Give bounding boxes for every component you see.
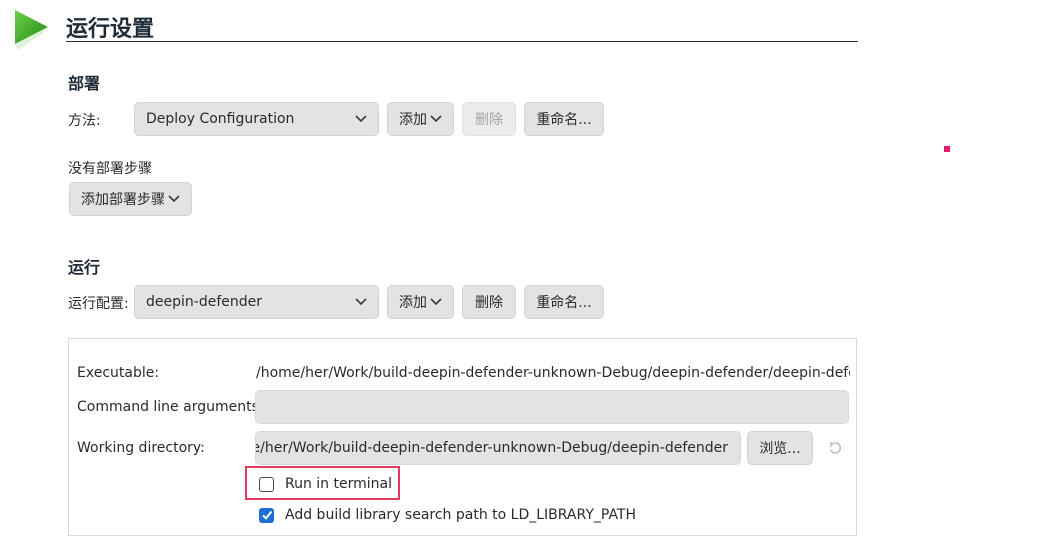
deploy-rename-button[interactable]: 重命名... bbox=[524, 102, 604, 136]
run-config-panel: Executable: /home/her/Work/build-deepin-… bbox=[68, 338, 857, 536]
deploy-remove-button[interactable]: 删除 bbox=[462, 102, 516, 136]
marker-dot bbox=[944, 146, 950, 152]
run-config-value: deepin-defender bbox=[146, 294, 262, 310]
play-icon bbox=[15, 10, 48, 50]
run-add-button[interactable]: 添加 bbox=[387, 285, 454, 319]
deploy-add-label: 添加 bbox=[399, 112, 427, 128]
working-dir-input[interactable]: ne/her/Work/build-deepin-defender-unknow… bbox=[255, 431, 741, 465]
run-settings-page: 运行设置 部署 方法: Deploy Configuration 添加 删除 重… bbox=[0, 0, 1051, 560]
reset-icon[interactable] bbox=[828, 441, 842, 455]
run-rename-button[interactable]: 重命名... bbox=[524, 285, 604, 319]
checkbox-checked-icon bbox=[259, 507, 274, 523]
deploy-method-value: Deploy Configuration bbox=[146, 111, 295, 127]
run-config-dropdown[interactable]: deepin-defender bbox=[134, 285, 379, 319]
checkbox-unchecked-icon bbox=[259, 476, 274, 492]
cmd-args-label: Command line arguments: bbox=[77, 399, 264, 415]
deploy-add-button[interactable]: 添加 bbox=[387, 102, 454, 136]
run-in-terminal-label: Run in terminal bbox=[285, 476, 392, 492]
title-divider bbox=[66, 41, 858, 42]
run-heading: 运行 bbox=[68, 258, 101, 277]
deploy-method-dropdown[interactable]: Deploy Configuration bbox=[134, 102, 379, 136]
no-deploy-steps-text: 没有部署步骤 bbox=[68, 161, 152, 177]
method-label: 方法: bbox=[68, 113, 101, 129]
browse-button[interactable]: 浏览... bbox=[747, 431, 813, 465]
chevron-down-icon bbox=[168, 195, 180, 203]
working-dir-value: ne/her/Work/build-deepin-defender-unknow… bbox=[255, 440, 728, 456]
run-config-label: 运行配置: bbox=[68, 296, 129, 312]
working-dir-label: Working directory: bbox=[77, 440, 205, 456]
add-deploy-step-label: 添加部署步骤 bbox=[81, 192, 165, 208]
chevron-down-icon bbox=[430, 115, 442, 123]
chevron-down-icon bbox=[355, 298, 367, 306]
deploy-heading: 部署 bbox=[68, 74, 101, 93]
cmd-args-input[interactable] bbox=[255, 390, 849, 424]
run-in-terminal-checkbox[interactable]: Run in terminal bbox=[259, 476, 392, 492]
checkmark-icon bbox=[261, 510, 272, 520]
chevron-down-icon bbox=[430, 298, 442, 306]
run-remove-button[interactable]: 删除 bbox=[462, 285, 516, 319]
add-deploy-step-button[interactable]: 添加部署步骤 bbox=[69, 182, 192, 216]
ld-library-path-checkbox[interactable]: Add build library search path to LD_LIBR… bbox=[259, 507, 636, 523]
executable-path: /home/her/Work/build-deepin-defender-unk… bbox=[256, 365, 850, 381]
page-title: 运行设置 bbox=[66, 17, 155, 42]
chevron-down-icon bbox=[355, 115, 367, 123]
executable-label: Executable: bbox=[77, 365, 160, 381]
run-add-label: 添加 bbox=[399, 295, 427, 311]
ld-library-path-label: Add build library search path to LD_LIBR… bbox=[285, 507, 637, 523]
